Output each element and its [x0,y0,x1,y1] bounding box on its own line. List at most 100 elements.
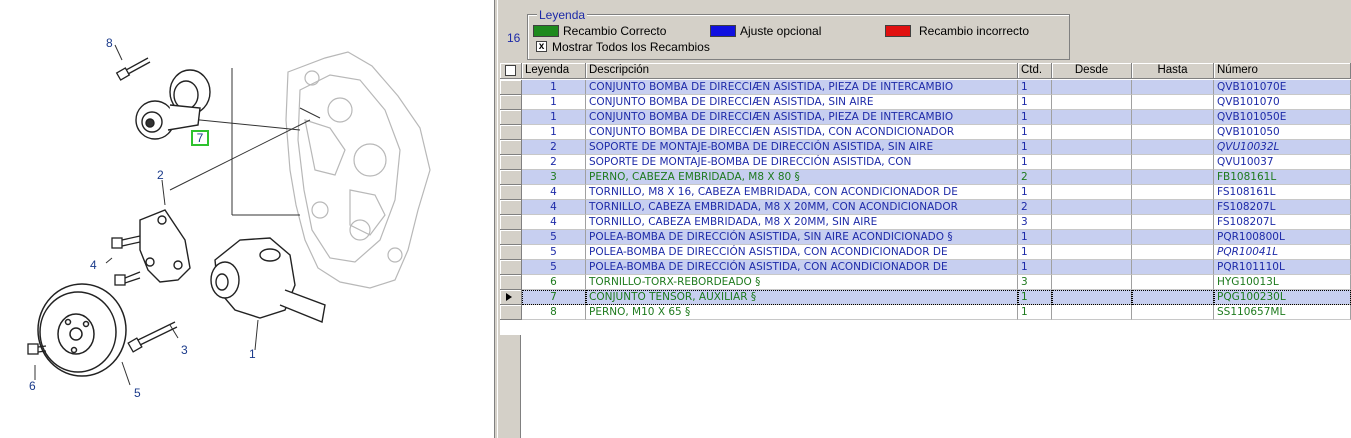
table-row[interactable]: 2 SOPORTE DE MONTAJE-BOMBA DE DIRECCIÓN A… [500,140,1351,155]
row-selector[interactable] [500,110,522,125]
cell-leyenda[interactable]: 4 [522,185,586,200]
row-selector[interactable] [500,230,522,245]
cell-hasta[interactable] [1132,275,1214,290]
cell-hasta[interactable] [1132,305,1214,320]
table-row[interactable]: 5 POLEA-BOMBA DE DIRECCIÓN ASISTIDA, CON … [500,260,1351,275]
cell-descripcion[interactable]: CONJUNTO TENSOR, AUXILIAR § [586,290,1018,305]
cell-descripcion[interactable]: CONJUNTO BOMBA DE DIRECCIÆN ASISTIDA, SI… [586,95,1018,110]
cell-descripcion[interactable]: SOPORTE DE MONTAJE-BOMBA DE DIRECCIÓN AS… [586,140,1018,155]
cell-numero[interactable]: PQR100800L [1214,230,1351,245]
cell-desde[interactable] [1052,95,1132,110]
cell-desde[interactable] [1052,305,1132,320]
cell-ctd[interactable]: 1 [1018,290,1052,305]
row-selector[interactable] [500,290,522,305]
show-all-checkbox[interactable]: x [536,41,547,52]
header-descripcion[interactable]: Descripción [586,63,1018,79]
cell-desde[interactable] [1052,260,1132,275]
header-hasta[interactable]: Hasta [1132,63,1214,79]
row-selector[interactable] [500,200,522,215]
cell-desde[interactable] [1052,155,1132,170]
table-row[interactable]: 5 POLEA-BOMBA DE DIRECCIÓN ASISTIDA, CON … [500,245,1351,260]
header-numero[interactable]: Número [1214,63,1351,79]
cell-descripcion[interactable]: CONJUNTO BOMBA DE DIRECCIÆN ASISTIDA, PI… [586,80,1018,95]
cell-desde[interactable] [1052,170,1132,185]
header-desde[interactable]: Desde [1052,63,1132,79]
cell-leyenda[interactable]: 4 [522,215,586,230]
cell-leyenda[interactable]: 5 [522,245,586,260]
cell-desde[interactable] [1052,215,1132,230]
cell-ctd[interactable]: 1 [1018,305,1052,320]
cell-numero[interactable]: QVB101050E [1214,110,1351,125]
cell-numero[interactable]: PQR10041L [1214,245,1351,260]
callout-6[interactable]: 6 [29,379,36,393]
cell-descripcion[interactable]: PERNO, M10 X 65 § [586,305,1018,320]
table-row[interactable]: 1 CONJUNTO BOMBA DE DIRECCIÆN ASISTIDA, S… [500,95,1351,110]
cell-hasta[interactable] [1132,170,1214,185]
table-row[interactable]: 6 TORNILLO-TORX-REBORDEADO § 3 HYG10013L [500,275,1351,290]
cell-ctd[interactable]: 2 [1018,200,1052,215]
cell-leyenda[interactable]: 7 [522,290,586,305]
cell-desde[interactable] [1052,140,1132,155]
table-row[interactable]: 1 CONJUNTO BOMBA DE DIRECCIÆN ASISTIDA, C… [500,125,1351,140]
table-row[interactable]: 7 CONJUNTO TENSOR, AUXILIAR § 1 PQG100230L [500,290,1351,305]
cell-descripcion[interactable]: POLEA-BOMBA DE DIRECCIÓN ASISTIDA, SIN A… [586,230,1018,245]
cell-hasta[interactable] [1132,80,1214,95]
cell-ctd[interactable]: 1 [1018,140,1052,155]
cell-leyenda[interactable]: 5 [522,260,586,275]
cell-leyenda[interactable]: 1 [522,80,586,95]
cell-desde[interactable] [1052,110,1132,125]
row-selector[interactable] [500,140,522,155]
cell-descripcion[interactable]: PERNO, CABEZA EMBRIDADA, M8 X 80 § [586,170,1018,185]
cell-descripcion[interactable]: CONJUNTO BOMBA DE DIRECCIÆN ASISTIDA, CO… [586,125,1018,140]
cell-descripcion[interactable]: POLEA-BOMBA DE DIRECCIÓN ASISTIDA, CON A… [586,245,1018,260]
header-select-column[interactable] [500,63,522,79]
cell-desde[interactable] [1052,290,1132,305]
cell-descripcion[interactable]: TORNILLO, CABEZA EMBRIDADA, M8 X 20MM, C… [586,200,1018,215]
table-row[interactable]: 4 TORNILLO, CABEZA EMBRIDADA, M8 X 20MM, … [500,215,1351,230]
cell-hasta[interactable] [1132,155,1214,170]
callout-5[interactable]: 5 [134,386,141,400]
table-row[interactable]: 8 PERNO, M10 X 65 § 1 SS110657ML [500,305,1351,320]
callout-1[interactable]: 1 [249,347,256,361]
row-selector[interactable] [500,155,522,170]
cell-ctd[interactable]: 3 [1018,275,1052,290]
cell-hasta[interactable] [1132,95,1214,110]
cell-leyenda[interactable]: 8 [522,305,586,320]
row-selector[interactable] [500,80,522,95]
cell-desde[interactable] [1052,80,1132,95]
cell-ctd[interactable]: 1 [1018,230,1052,245]
cell-desde[interactable] [1052,200,1132,215]
callout-3[interactable]: 3 [181,343,188,357]
row-selector[interactable] [500,305,522,320]
cell-numero[interactable]: QVB101070E [1214,80,1351,95]
cell-desde[interactable] [1052,245,1132,260]
cell-numero[interactable]: QVB101050 [1214,125,1351,140]
cell-hasta[interactable] [1132,260,1214,275]
cell-desde[interactable] [1052,125,1132,140]
show-all-label[interactable]: Mostrar Todos los Recambios [552,40,710,54]
cell-ctd[interactable]: 1 [1018,245,1052,260]
cell-hasta[interactable] [1132,290,1214,305]
table-row[interactable]: 4 TORNILLO, CABEZA EMBRIDADA, M8 X 20MM, … [500,200,1351,215]
cell-hasta[interactable] [1132,245,1214,260]
cell-ctd[interactable]: 1 [1018,125,1052,140]
cell-hasta[interactable] [1132,200,1214,215]
cell-numero[interactable]: QVU10032L [1214,140,1351,155]
cell-ctd[interactable]: 1 [1018,110,1052,125]
cell-leyenda[interactable]: 2 [522,155,586,170]
cell-leyenda[interactable]: 1 [522,125,586,140]
cell-numero[interactable]: PQR101110L [1214,260,1351,275]
row-selector[interactable] [500,260,522,275]
cell-hasta[interactable] [1132,125,1214,140]
cell-leyenda[interactable]: 4 [522,200,586,215]
cell-numero[interactable]: PQG100230L [1214,290,1351,305]
table-row[interactable]: 5 POLEA-BOMBA DE DIRECCIÓN ASISTIDA, SIN … [500,230,1351,245]
cell-ctd[interactable]: 1 [1018,155,1052,170]
cell-desde[interactable] [1052,275,1132,290]
callout-7-selected[interactable]: 7 [191,130,209,146]
cell-descripcion[interactable]: POLEA-BOMBA DE DIRECCIÓN ASISTIDA, CON A… [586,260,1018,275]
header-ctd[interactable]: Ctd. [1018,63,1052,79]
cell-numero[interactable]: SS110657ML [1214,305,1351,320]
cell-hasta[interactable] [1132,185,1214,200]
callout-4[interactable]: 4 [90,258,97,272]
